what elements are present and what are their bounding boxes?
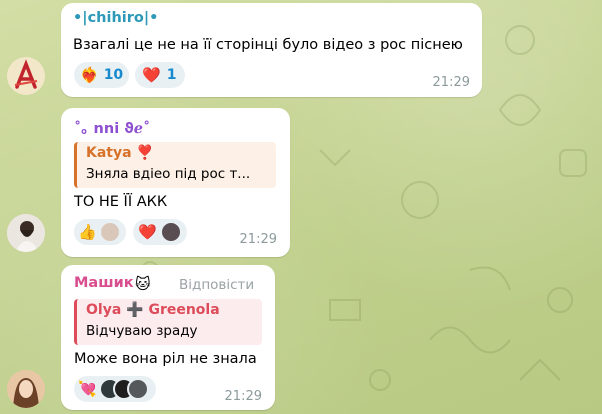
reaction-pill[interactable]: ❤️ <box>133 219 187 245</box>
avatar[interactable] <box>7 370 45 408</box>
message-time: 21:29 <box>239 232 277 247</box>
sender-avatar-icon <box>7 214 45 252</box>
heart-icon: ❤️ <box>142 66 161 84</box>
message-bubble[interactable]: Машик 🐱 Відповісти Olya ➕ Greenola Відчу… <box>61 265 275 410</box>
reactor-avatar <box>98 221 121 243</box>
message-bubble[interactable]: •|chihiro|• Взагалі це не на її сторінці… <box>61 3 482 97</box>
message-text: Взагалі це не на її сторінці було відео … <box>73 37 463 53</box>
heart-on-fire-icon: ❤️‍🔥 <box>80 66 99 84</box>
heart-with-arrow-icon: 💘 <box>78 380 97 398</box>
reaction-pill[interactable]: ❤️ 1 <box>135 62 185 88</box>
reply-text: Зняла вдіео під рос т... <box>86 166 251 182</box>
message-text: Може вона ріл не знала <box>74 351 257 367</box>
avatar[interactable] <box>7 214 45 252</box>
heart-icon: ❤️ <box>138 223 157 241</box>
sender-name[interactable]: ˚｡ nni ϑℯ˚ <box>74 117 150 138</box>
sender-name[interactable]: •|chihiro|• <box>73 10 158 26</box>
reply-button[interactable]: Відповісти <box>179 277 254 293</box>
message-text: ТО НЕ ЇЇ АКК <box>74 194 168 210</box>
avatar[interactable] <box>7 57 45 95</box>
reaction-pill[interactable]: ❤️‍🔥 10 <box>74 62 129 88</box>
thumbs-up-icon: 👍 <box>78 223 97 241</box>
reaction-count: 1 <box>166 67 177 83</box>
sender-avatar-icon <box>14 59 38 89</box>
message-time: 21:29 <box>432 75 470 90</box>
message-bubble[interactable]: ˚｡ nni ϑℯ˚ Katya ❣️ Зняла вдіео під рос … <box>61 108 290 257</box>
sender-badge-icon: 🐱 <box>135 275 151 293</box>
reactor-avatar <box>159 221 182 243</box>
sender-name[interactable]: Машик <box>74 275 134 291</box>
reaction-count: 10 <box>103 67 124 83</box>
sender-avatar-icon <box>7 370 45 408</box>
reply-quote[interactable]: Olya ➕ Greenola Відчуваю зраду <box>74 299 262 345</box>
reply-author: Olya ➕ Greenola <box>86 302 220 318</box>
reply-quote[interactable]: Katya ❣️ Зняла вдіео під рос т... <box>74 142 276 188</box>
reply-text: Відчуваю зраду <box>86 323 198 339</box>
message-time: 21:29 <box>224 389 262 404</box>
reaction-pill[interactable]: 💘 <box>74 376 156 402</box>
reactor-avatar <box>126 378 149 400</box>
reaction-pill[interactable]: 👍 <box>74 219 126 245</box>
reply-author: Katya ❣️ <box>86 145 154 161</box>
